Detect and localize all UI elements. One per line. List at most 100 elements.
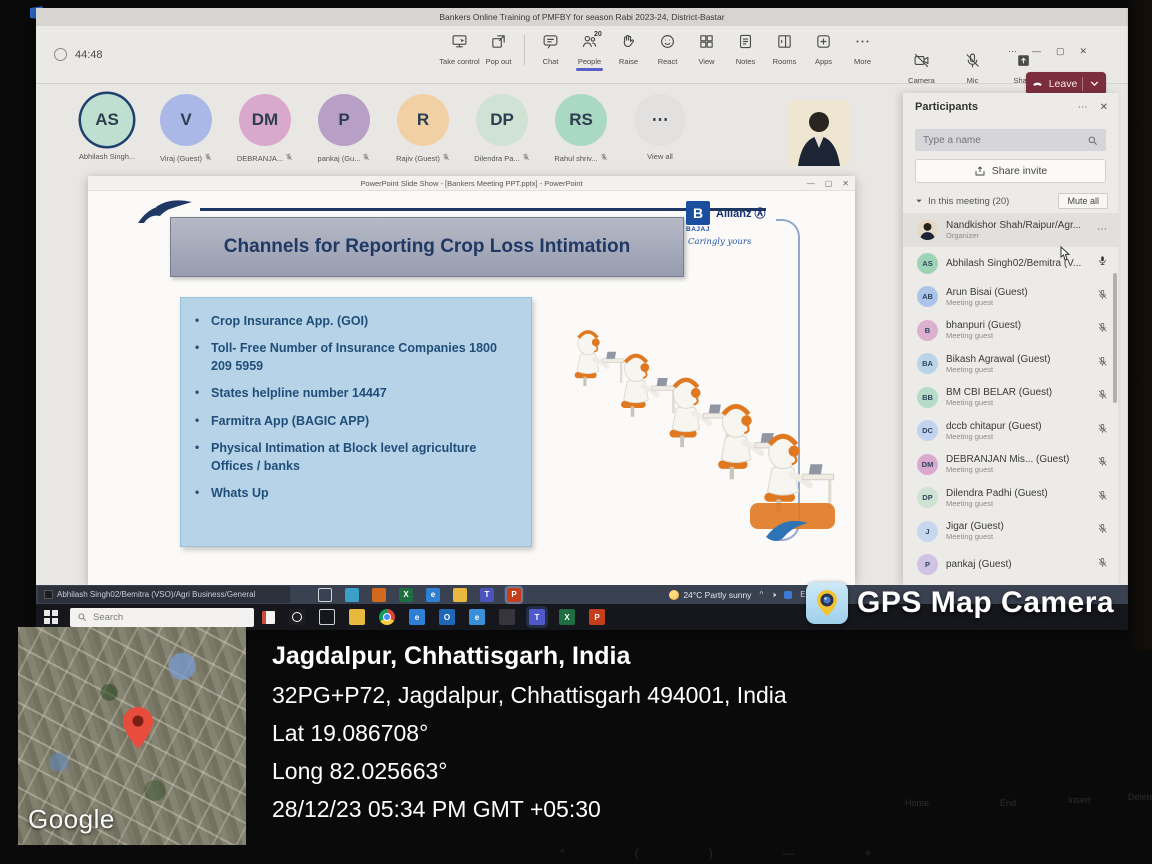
avatar-circle: AS xyxy=(81,94,133,146)
muted-mic-icon[interactable] xyxy=(1097,355,1108,373)
chrome-icon[interactable] xyxy=(379,609,395,625)
internet-explorer-icon[interactable]: e xyxy=(426,588,440,602)
muted-mic-icon[interactable] xyxy=(1097,388,1108,406)
participant-row[interactable]: J Jigar (Guest) Meeting guest xyxy=(903,515,1118,549)
taskbar-search-input[interactable]: Search xyxy=(70,608,254,627)
cortana-icon[interactable] xyxy=(289,609,305,625)
toolbar-item-view[interactable]: View xyxy=(687,33,726,66)
avatar-dp[interactable]: DP Dilendra Pa... xyxy=(476,94,528,164)
participant-row[interactable]: DC dccb chitapur (Guest) Meeting guest xyxy=(903,414,1118,448)
photo-background: Bankers Online Training of PMFBY for sea… xyxy=(0,0,1152,864)
weather-widget[interactable]: 24°C Partly sunny xyxy=(669,590,751,600)
excel-icon[interactable]: X xyxy=(559,609,575,625)
muted-mic-icon[interactable] xyxy=(1097,288,1108,306)
participant-video-tile[interactable] xyxy=(788,100,850,166)
muted-mic-icon[interactable] xyxy=(1097,321,1108,339)
muted-mic-icon[interactable] xyxy=(1097,422,1108,440)
tray-mic-icon[interactable]: 🕨 xyxy=(771,590,776,600)
participant-name: Nandkishor Shah/Raipur/Agr... xyxy=(946,220,1093,231)
muted-mic-icon[interactable] xyxy=(1097,489,1108,507)
participant-row[interactable]: AS Abhilash Singh02/Bemitra (V... xyxy=(903,247,1118,281)
muted-mic-icon[interactable] xyxy=(1097,455,1108,473)
file-explorer-icon[interactable] xyxy=(349,609,365,625)
edge-icon[interactable]: e xyxy=(409,609,425,625)
toolbar-item-chat[interactable]: Chat xyxy=(531,33,570,66)
toolbar-item-pop-out[interactable]: Pop out xyxy=(479,33,518,66)
participant-more-icon[interactable]: ⋯ xyxy=(1097,224,1108,235)
participant-row[interactable]: DM DEBRANJAN Mis... (Guest) Meeting gues… xyxy=(903,448,1118,482)
panel-close-icon[interactable]: ✕ xyxy=(1100,102,1108,113)
start-button[interactable] xyxy=(44,610,58,624)
avatar-r[interactable]: R Rajiv (Guest) xyxy=(397,94,449,164)
window-thumb-icon xyxy=(44,590,53,599)
ppt-maximize-icon[interactable]: ▢ xyxy=(825,176,833,191)
muted-mic-icon[interactable] xyxy=(1097,522,1108,540)
powerpoint-window-controls[interactable]: — ▢ ✕ xyxy=(807,176,849,191)
participant-row[interactable]: AB Arun Bisai (Guest) Meeting guest xyxy=(903,280,1118,314)
participant-row[interactable]: BB BM CBI BELAR (Guest) Meeting guest xyxy=(903,381,1118,415)
window-close-icon[interactable]: ✕ xyxy=(1080,46,1088,57)
folder-icon[interactable] xyxy=(453,588,467,602)
mute-all-button[interactable]: Mute all xyxy=(1058,193,1108,209)
ppt-close-icon[interactable]: ✕ xyxy=(842,176,849,191)
window-maximize-icon[interactable]: ▢ xyxy=(1056,46,1065,57)
participant-row[interactable]: Nandkishor Shah/Raipur/Agr... Organizer … xyxy=(903,213,1118,247)
media-app-icon[interactable] xyxy=(345,588,359,602)
participant-row[interactable]: BA Bikash Agrawal (Guest) Meeting guest xyxy=(903,347,1118,381)
panel-more-icon[interactable]: ⋯ xyxy=(1078,102,1088,113)
toolbar-item-take-control[interactable]: Take control xyxy=(440,33,479,66)
powerpoint-icon[interactable]: P xyxy=(589,609,605,625)
avatar-circle: DM xyxy=(239,94,291,146)
ppt-minimize-icon[interactable]: — xyxy=(807,176,815,191)
mic-on-icon[interactable] xyxy=(1097,254,1108,272)
toolbar-item-more[interactable]: More xyxy=(843,33,882,66)
participant-avatar: DP xyxy=(917,487,938,508)
internet-explorer-icon[interactable]: e xyxy=(469,609,485,625)
tray-app-icon[interactable] xyxy=(784,591,792,599)
leave-button[interactable]: Leave xyxy=(1026,72,1106,95)
toolbar-item-raise[interactable]: Raise xyxy=(609,33,648,66)
outlook-icon[interactable]: O xyxy=(439,609,455,625)
toolbar-item-react[interactable]: React xyxy=(648,33,687,66)
share-invite-button[interactable]: Share invite xyxy=(915,159,1106,183)
participant-row[interactable]: P pankaj (Guest) xyxy=(903,548,1118,582)
in-this-meeting-section[interactable]: In this meeting (20) xyxy=(915,196,1058,207)
muted-mic-icon[interactable] xyxy=(1097,556,1108,574)
avatar-v[interactable]: V Viraj (Guest) xyxy=(160,94,212,164)
search-icon xyxy=(77,612,87,622)
react-icon xyxy=(659,33,676,55)
screen-bezel xyxy=(1126,0,1152,650)
participant-role: Meeting guest xyxy=(946,465,1093,474)
view-all-button[interactable]: ⋯ View all xyxy=(634,94,686,164)
toolbar-item-camera[interactable]: Camera xyxy=(902,52,941,85)
powerpoint-icon[interactable]: P xyxy=(507,588,521,602)
avatar-p[interactable]: P pankaj (Gu... xyxy=(318,94,370,164)
panel-scrollbar[interactable] xyxy=(1113,273,1117,403)
avatar-as[interactable]: AS Abhilash Singh... xyxy=(81,94,133,164)
toolbar-item-rooms[interactable]: Rooms xyxy=(765,33,804,66)
avatar-rs[interactable]: RS Rahul shriv... xyxy=(555,94,607,164)
teams-icon[interactable]: T xyxy=(529,609,545,625)
toolbar-item-mic[interactable]: Mic xyxy=(953,52,992,85)
muted-mic-icon xyxy=(362,152,370,164)
toolbar-item-apps[interactable]: Apps xyxy=(804,33,843,66)
toolbar-item-notes[interactable]: Notes xyxy=(726,33,765,66)
participant-row[interactable]: B bhanpuri (Guest) Meeting guest xyxy=(903,314,1118,348)
teams-channel-taskbar-item[interactable]: Abhilash Singh02/Bemitra (VSO)/Agri Busi… xyxy=(38,586,290,603)
slide-bullet: Whats Up xyxy=(191,484,517,502)
orange-app-icon[interactable] xyxy=(372,588,386,602)
pinned-app-icon[interactable] xyxy=(262,611,275,624)
excel-icon[interactable]: X xyxy=(399,588,413,602)
teams-icon[interactable]: T xyxy=(480,588,494,602)
participant-search-input[interactable]: Type a name xyxy=(915,129,1106,151)
device-controls: CameraMicShare xyxy=(902,52,1043,85)
participant-row[interactable]: DP Dilendra Padhi (Guest) Meeting guest xyxy=(903,481,1118,515)
avatar-dm[interactable]: DM DEBRANJA... xyxy=(239,94,291,164)
task-view-icon[interactable] xyxy=(319,609,335,625)
dark-app-icon[interactable] xyxy=(499,609,515,625)
task-view-icon[interactable] xyxy=(318,588,332,602)
toolbar-item-people[interactable]: People20 xyxy=(570,33,609,66)
phone-down-icon xyxy=(1031,77,1044,90)
slide-bullets: Crop Insurance App. (GOI)Toll- Free Numb… xyxy=(191,312,517,502)
tray-chevron-icon[interactable]: ^ xyxy=(759,590,763,599)
